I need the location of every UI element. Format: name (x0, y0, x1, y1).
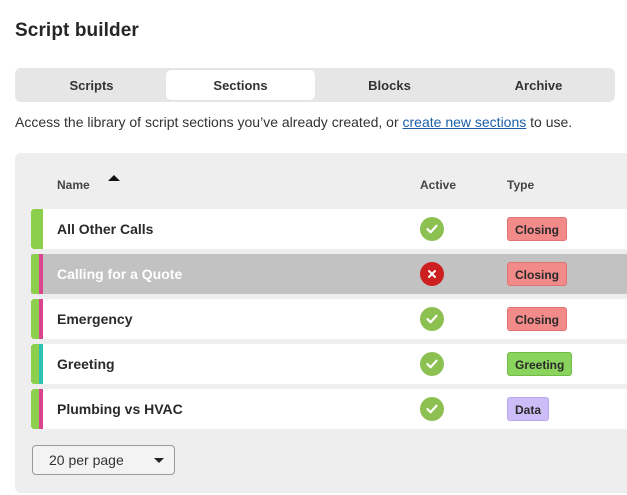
table-row[interactable]: Greeting Greeting (31, 344, 627, 384)
column-header-type[interactable]: Type (507, 178, 534, 192)
check-icon (420, 307, 444, 331)
page-title: Script builder (15, 20, 139, 41)
row-accent-bar (39, 254, 43, 294)
row-accent-bar (39, 389, 43, 429)
table-row[interactable]: Emergency Closing (31, 299, 627, 339)
sort-ascending-icon[interactable] (108, 175, 120, 181)
type-badge: Data (507, 397, 550, 421)
tab-archive[interactable]: Archive (464, 70, 613, 100)
row-accent-bar (39, 209, 43, 249)
chevron-down-icon (154, 458, 164, 463)
table-row[interactable]: Calling for a Quote Closing (31, 254, 627, 294)
row-accent-bar (39, 299, 43, 339)
type-badge: Closing (507, 217, 567, 241)
column-header-active[interactable]: Active (420, 178, 456, 192)
table-row[interactable]: All Other Calls Closing (31, 209, 627, 249)
type-badge: Closing (507, 307, 567, 331)
intro-text: Access the library of script sections yo… (15, 114, 572, 130)
tab-scripts[interactable]: Scripts (17, 70, 166, 100)
row-status-bar (31, 389, 39, 429)
tab-bar: Scripts Sections Blocks Archive (15, 68, 615, 102)
intro-text-after: to use. (526, 114, 573, 130)
tab-blocks[interactable]: Blocks (315, 70, 464, 100)
row-accent-bar (39, 344, 43, 384)
row-status-bar (31, 299, 39, 339)
section-name: Plumbing vs HVAC (57, 401, 183, 417)
check-icon (420, 397, 444, 421)
per-page-value: 20 per page (49, 452, 124, 468)
create-new-sections-link[interactable]: create new sections (403, 114, 527, 130)
section-name: Calling for a Quote (57, 266, 183, 282)
section-name: Emergency (57, 311, 133, 327)
x-icon (420, 262, 444, 286)
check-icon (420, 352, 444, 376)
section-name: Greeting (57, 356, 115, 372)
row-status-bar (31, 254, 39, 294)
per-page-select[interactable]: 20 per page (32, 445, 175, 475)
check-icon (420, 217, 444, 241)
column-header-name[interactable]: Name (57, 178, 90, 192)
row-status-bar (31, 209, 39, 249)
section-name: All Other Calls (57, 221, 154, 237)
tab-sections[interactable]: Sections (166, 70, 315, 100)
row-status-bar (31, 344, 39, 384)
intro-text-before: Access the library of script sections yo… (15, 114, 403, 130)
table-row[interactable]: Plumbing vs HVAC Data (31, 389, 627, 429)
script-builder-page: Script builder Scripts Sections Blocks A… (0, 0, 627, 495)
type-badge: Closing (507, 262, 567, 286)
type-badge: Greeting (507, 352, 573, 376)
